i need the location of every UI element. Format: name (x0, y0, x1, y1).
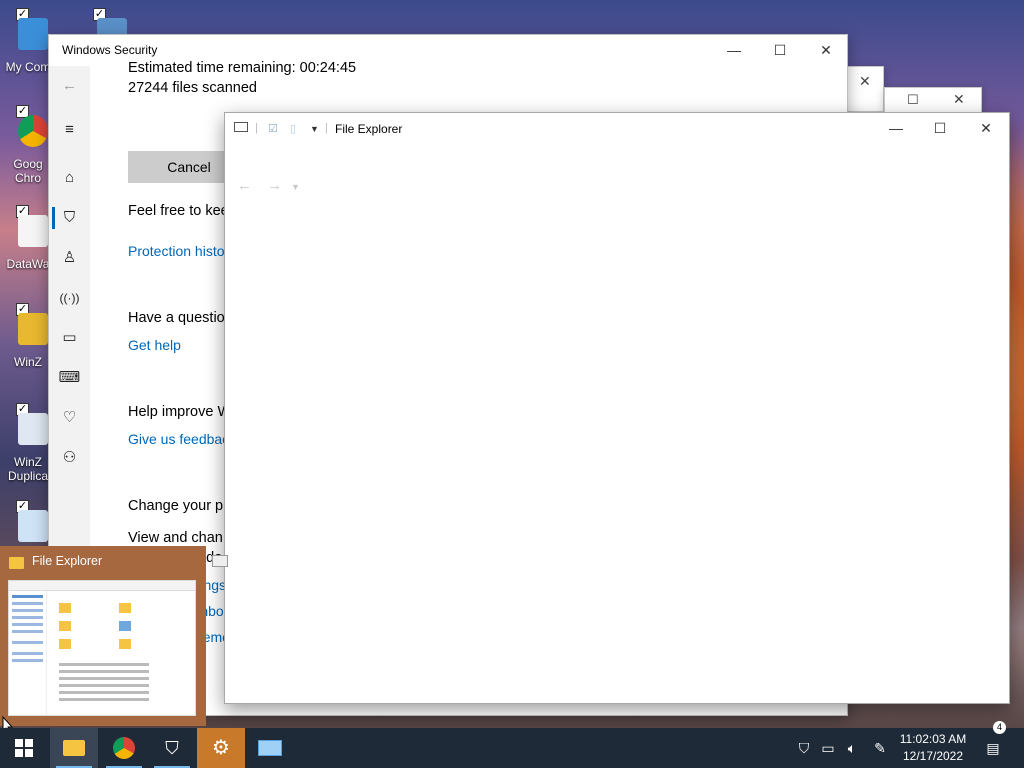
winzip-duplicate-icon (18, 413, 48, 445)
background-window[interactable]: ✕ (846, 66, 884, 112)
protection-history-link[interactable]: Protection histo (128, 243, 225, 259)
close-icon[interactable]: ✕ (803, 35, 847, 66)
separator-icon: | (325, 122, 328, 134)
preview-ribbon (9, 581, 195, 591)
preview-file-row (59, 663, 149, 666)
folder-icon (59, 621, 71, 631)
close-icon[interactable]: ✕ (953, 91, 965, 108)
file-explorer-window[interactable]: | ☑ ▯ ▼ | File Explorer — ☐ ✕ ← → ▼ (224, 112, 1010, 704)
preview-title: File Explorer (32, 554, 103, 568)
preview-file-row (59, 691, 149, 694)
settings-icon: ⚙ (212, 737, 230, 759)
change-heading: Change your p (128, 498, 224, 514)
app-browser-icon[interactable]: ▭ (49, 322, 90, 354)
taskbar-file-explorer[interactable] (50, 728, 98, 768)
give-feedback-link[interactable]: Give us feedbac (128, 431, 229, 447)
minimize-icon[interactable]: — (711, 35, 757, 66)
separator-icon: | (255, 122, 258, 134)
health-icon[interactable]: ♡ (49, 402, 90, 434)
taskbar-app[interactable] (246, 728, 294, 768)
folder-icon (59, 603, 71, 613)
folder-icon (59, 639, 71, 649)
close-icon[interactable]: ✕ (963, 113, 1009, 144)
folder-icon (119, 603, 131, 613)
preview-file-row (59, 698, 149, 701)
close-icon[interactable]: ✕ (859, 73, 871, 90)
pen-icon[interactable]: ✎ (870, 728, 890, 768)
menu-icon[interactable]: ≡ (49, 114, 90, 146)
question-heading: Have a questio (128, 310, 225, 326)
window-icon (234, 122, 248, 132)
help-improve-heading: Help improve W (128, 404, 232, 420)
back-arrow-icon[interactable]: ← (49, 70, 90, 102)
chrome-icon (113, 737, 135, 759)
network-icon[interactable]: ▭ (818, 728, 838, 768)
taskbar: ⛉ ⚙ ⛉ ▭ 🔈︎ ✎ 11:02:03 AM 12/17/2022 ▤ 4 (0, 721, 1024, 768)
files-scanned: 27244 files scanned (128, 80, 257, 96)
maximize-icon[interactable]: ☐ (757, 35, 803, 66)
window-title: Windows Security (62, 43, 158, 57)
start-icon (15, 739, 33, 757)
notification-badge: 4 (993, 721, 1006, 734)
chrome-icon (18, 115, 48, 147)
file-explorer-icon (63, 740, 85, 756)
forward-arrow-icon[interactable]: → (267, 177, 282, 194)
security-tray-icon[interactable]: ⛉ (794, 728, 814, 768)
clock-date: 12/17/2022 (902, 749, 964, 763)
taskbar-settings[interactable]: ⚙ (197, 728, 245, 768)
maximize-icon[interactable]: ☐ (907, 92, 919, 108)
window-icon (212, 555, 228, 567)
feel-free-text: Feel free to kee (128, 203, 229, 219)
home-icon[interactable]: ⌂ (49, 162, 90, 194)
family-icon[interactable]: ⚇ (49, 442, 90, 474)
start-button[interactable] (0, 728, 48, 768)
title-bar[interactable]: | ☑ ▯ ▼ | File Explorer — ☐ ✕ (225, 113, 1009, 144)
app-icon (18, 510, 48, 542)
shield-icon[interactable]: ⛉ (49, 202, 90, 234)
preview-file-row (59, 670, 149, 673)
preview-file-row (59, 677, 149, 680)
app-icon (258, 740, 282, 756)
volume-icon[interactable]: 🔈︎ (842, 728, 862, 768)
preview-nav-pane (9, 591, 47, 715)
window-title: File Explorer (335, 122, 403, 136)
properties-icon[interactable]: ☑ (268, 122, 278, 135)
taskbar-chrome[interactable] (100, 728, 148, 768)
taskbar-thumbnail-preview[interactable]: File Explorer (0, 546, 206, 726)
windows-security-icon: ⛉ (165, 738, 179, 758)
minimize-icon[interactable]: — (873, 113, 919, 144)
winzip-icon (18, 313, 48, 345)
estimated-time: Estimated time remaining: 00:24:45 (128, 60, 357, 76)
folder-icon (119, 639, 131, 649)
back-arrow-icon[interactable]: ← (237, 177, 252, 194)
new-folder-icon[interactable]: ▯ (290, 122, 296, 135)
folder-icon (119, 621, 131, 631)
device-security-icon[interactable]: ⌨ (49, 362, 90, 394)
firewall-icon[interactable]: ((·)) (49, 282, 90, 314)
preview-image[interactable] (8, 580, 196, 716)
notifications-icon[interactable]: ▤ (981, 728, 1005, 768)
taskbar-windows-security[interactable]: ⛉ (148, 728, 196, 768)
account-icon[interactable]: ♙ (49, 242, 90, 274)
maximize-icon[interactable]: ☐ (917, 113, 963, 144)
recent-locations-icon[interactable]: ▼ (291, 182, 300, 192)
view-change-text-1: View and chan (128, 530, 223, 546)
background-window-2[interactable]: ☐ ✕ (884, 87, 982, 113)
get-help-link[interactable]: Get help (128, 337, 181, 353)
computer-icon (18, 18, 48, 50)
clock[interactable]: 11:02:03 AM 12/17/2022 (890, 731, 976, 765)
folder-icon (9, 557, 24, 569)
clock-time: 11:02:03 AM (899, 732, 967, 746)
chevron-down-icon[interactable]: ▼ (310, 124, 319, 134)
document-icon (18, 215, 48, 247)
preview-file-row (59, 684, 149, 687)
